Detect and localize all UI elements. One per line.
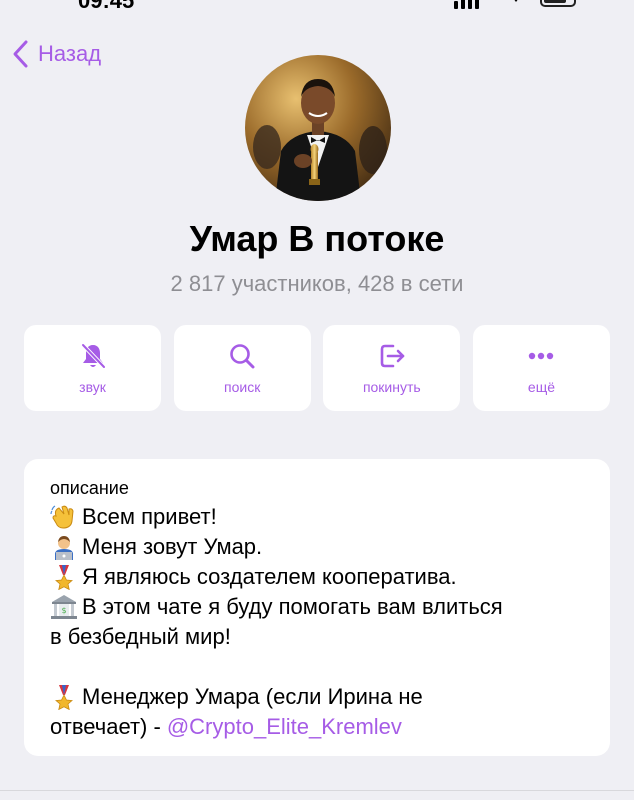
office-worker-icon xyxy=(55,536,73,560)
description-text: Всем привет! xyxy=(82,504,217,529)
search-button[interactable]: поиск xyxy=(173,325,311,411)
manager-username-link[interactable]: @Crypto_Elite_Kremlev xyxy=(167,712,402,742)
wifi-icon xyxy=(514,0,518,2)
waving-hand-icon xyxy=(50,505,74,529)
medal-icon xyxy=(55,565,73,590)
description-line: Всем привет! xyxy=(50,502,588,532)
group-title: Умар В потоке xyxy=(189,218,445,259)
description-line: Меня зовут Умар. xyxy=(50,532,588,562)
group-subtitle: 2 817 участников, 428 в сети xyxy=(170,271,464,296)
sound-button[interactable]: звук xyxy=(24,325,161,411)
description-line: Я являюсь создателем кооператива. xyxy=(50,562,588,592)
chevron-left-icon xyxy=(13,40,28,68)
description-line: $ В этом чате я буду помогать вам влитьс… xyxy=(50,592,588,622)
description-text: Меня зовут Умар. xyxy=(82,534,263,559)
svg-text:$: $ xyxy=(61,606,66,615)
bell-muted-icon xyxy=(80,343,106,369)
leave-button[interactable]: покинуть xyxy=(323,325,461,411)
description-line: отвечает) - @Crypto_Elite_Kremlev xyxy=(50,712,588,742)
search-icon xyxy=(230,344,255,369)
group-avatar[interactable] xyxy=(245,55,391,201)
signal-icon xyxy=(454,0,479,9)
sound-label: звук xyxy=(79,379,106,395)
description-heading: описание xyxy=(50,478,129,498)
battery-icon xyxy=(540,0,576,7)
back-label: Назад xyxy=(38,41,102,66)
divider xyxy=(0,790,634,791)
leave-label: покинуть xyxy=(362,379,421,395)
description-line: в безбедный мир! xyxy=(50,622,588,652)
description-text: Я являюсь создателем кооператива. xyxy=(82,564,457,589)
profile-photo xyxy=(245,55,391,201)
description-text: В этом чате я буду помогать вам влиться xyxy=(82,594,503,619)
bank-icon: $ xyxy=(51,595,77,619)
search-label: поиск xyxy=(224,379,261,395)
action-bar: звук поиск покинуть ещё xyxy=(24,325,610,411)
more-icon xyxy=(529,352,554,360)
more-label: ещё xyxy=(527,379,556,395)
medal-icon xyxy=(55,685,73,710)
status-time: 09:45 xyxy=(78,0,135,13)
leave-icon xyxy=(380,344,405,368)
description-card: описание Всем привет! Меня зовут Умар. Я… xyxy=(24,459,610,756)
description-line: Менеджер Умара (если Ирина не xyxy=(50,682,588,712)
description-text: отвечает) - xyxy=(50,714,161,739)
description-text: Менеджер Умара (если Ирина не xyxy=(82,684,423,709)
description-text: в безбедный мир! xyxy=(50,624,231,649)
back-button[interactable]: Назад xyxy=(10,38,101,70)
more-button[interactable]: ещё xyxy=(472,325,610,411)
status-bar: 09:45 xyxy=(0,0,634,14)
